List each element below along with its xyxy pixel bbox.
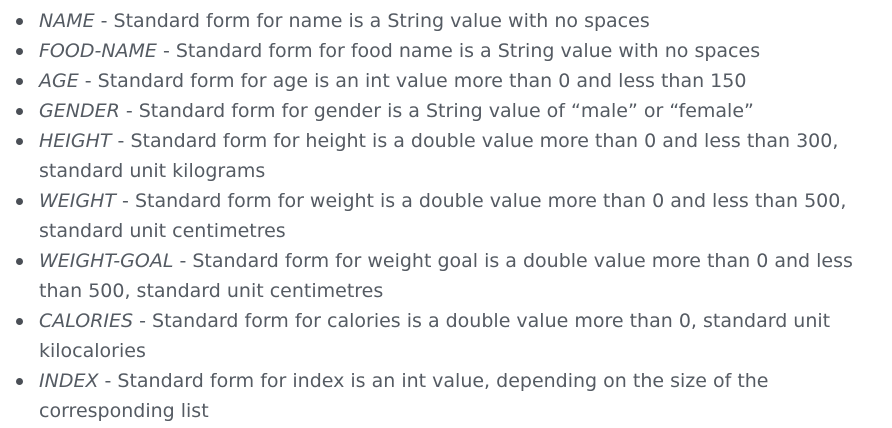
parameter-name: WEIGHT-GOAL [39,250,174,272]
parameter-name: FOOD-NAME [39,40,157,62]
separator: - [156,40,176,62]
parameter-description: Standard form for food name is a String … [175,40,761,62]
separator: - [111,130,131,152]
bullet-icon [16,138,23,145]
list-item: NAME - Standard form for name is a Strin… [0,6,892,36]
separator: - [94,10,114,32]
bullet-icon [16,108,23,115]
list-item: HEIGHT - Standard form for height is a d… [0,126,892,186]
parameter-name: AGE [39,70,79,92]
separator: - [173,250,193,272]
list-item: AGE - Standard form for age is an int va… [0,66,892,96]
separator: - [98,370,118,392]
list-item: FOOD-NAME - Standard form for food name … [0,36,892,66]
list-item: INDEX - Standard form for index is an in… [0,366,892,426]
list-item: WEIGHT-GOAL - Standard form for weight g… [0,246,892,306]
bullet-icon [16,258,23,265]
bullet-icon [16,318,23,325]
parameter-description: Standard form for weight is a double val… [39,190,847,242]
bullet-icon [16,18,23,25]
parameter-description: Standard form for calories is a double v… [39,310,831,362]
parameter-description: Standard form for gender is a String val… [138,100,754,122]
separator: - [116,190,135,212]
parameter-name: GENDER [39,100,120,122]
separator: - [119,100,139,122]
bullet-icon [16,48,23,55]
parameter-description: Standard form for name is a String value… [113,10,650,32]
bullet-icon [16,78,23,85]
parameter-description: Standard form for height is a double val… [39,130,839,182]
parameter-name: NAME [39,10,95,32]
list-item: CALORIES - Standard form for calories is… [0,306,892,366]
parameter-format-document: NAME - Standard form for name is a Strin… [0,6,892,426]
separator: - [78,70,98,92]
list-item: GENDER - Standard form for gender is a S… [0,96,892,126]
parameter-description: Standard form for age is an int value mo… [97,70,747,92]
parameter-name: HEIGHT [39,130,112,152]
parameter-name: CALORIES [39,310,134,332]
bullet-icon [16,378,23,385]
parameter-list: NAME - Standard form for name is a Strin… [0,6,892,426]
parameter-description: Standard form for index is an int value,… [39,370,769,422]
separator: - [133,310,153,332]
parameter-name: INDEX [39,370,99,392]
bullet-icon [16,198,23,205]
parameter-name: WEIGHT [39,190,117,212]
list-item: WEIGHT - Standard form for weight is a d… [0,186,892,246]
